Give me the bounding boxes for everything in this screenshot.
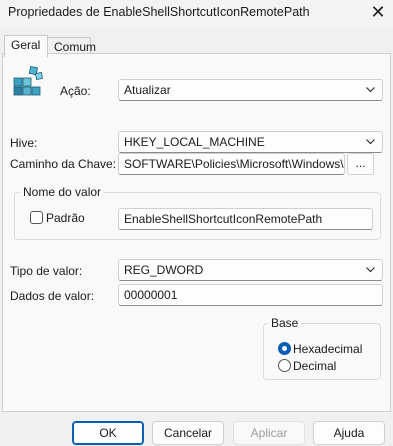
apply-label: Aplicar: [250, 426, 288, 440]
dados-value: 00000001: [124, 288, 178, 302]
registry-cubes-icon: [10, 64, 46, 100]
nome-valor-value: EnableShellShortcutIconRemotePath: [124, 212, 323, 226]
ok-label: OK: [99, 426, 117, 440]
help-button[interactable]: Ajuda: [313, 421, 385, 445]
tab-geral-label: Geral: [11, 38, 41, 52]
dados-label: Dados de valor:: [10, 289, 95, 303]
tab-comum-label: Comum: [54, 40, 97, 54]
tipo-value: REG_DWORD: [124, 263, 204, 277]
nome-valor-input[interactable]: EnableShellShortcutIconRemotePath: [118, 208, 373, 230]
caminho-input[interactable]: SOFTWARE\Policies\Microsoft\Windows\Expl…: [118, 153, 345, 175]
caminho-label: Caminho da Chave:: [10, 157, 117, 171]
browse-label: ...: [355, 156, 366, 170]
hive-select[interactable]: HKEY_LOCAL_MACHINE: [118, 131, 383, 153]
acao-value: Atualizar: [124, 83, 171, 97]
help-label: Ajuda: [333, 426, 365, 440]
tipo-select[interactable]: REG_DWORD: [118, 259, 383, 281]
padrao-label: Padrão: [46, 211, 85, 225]
close-button[interactable]: ✕: [364, 1, 392, 25]
tab-geral[interactable]: Geral: [4, 35, 48, 57]
browse-button[interactable]: ...: [347, 153, 374, 175]
chevron-down-icon: [366, 87, 375, 93]
tipo-label: Tipo de valor:: [10, 264, 83, 278]
hive-label: Hive:: [10, 136, 38, 150]
decimal-label: Decimal: [293, 359, 337, 373]
acao-select[interactable]: Atualizar: [118, 79, 383, 101]
padrao-checkbox[interactable]: [30, 211, 43, 224]
window-title: Propriedades de EnableShellShortcutIconR…: [8, 5, 310, 19]
ok-button[interactable]: OK: [72, 421, 144, 445]
acao-label: Ação:: [60, 84, 91, 98]
cancel-label: Cancelar: [163, 426, 213, 440]
nome-do-valor-title: Nome do valor: [20, 185, 105, 199]
base-title: Base: [268, 316, 302, 330]
apply-button[interactable]: Aplicar: [233, 421, 305, 445]
caminho-value: SOFTWARE\Policies\Microsoft\Windows\Expl…: [124, 157, 344, 171]
hive-value: HKEY_LOCAL_MACHINE: [124, 135, 265, 149]
close-icon: ✕: [370, 2, 386, 22]
decimal-radio[interactable]: [278, 359, 291, 372]
hexadecimal-radio[interactable]: [278, 342, 291, 355]
dados-input[interactable]: 00000001: [118, 284, 383, 306]
chevron-down-icon: [366, 139, 375, 145]
chevron-down-icon: [366, 267, 375, 273]
cancel-button[interactable]: Cancelar: [152, 421, 224, 445]
hexadecimal-label: Hexadecimal: [293, 342, 363, 356]
